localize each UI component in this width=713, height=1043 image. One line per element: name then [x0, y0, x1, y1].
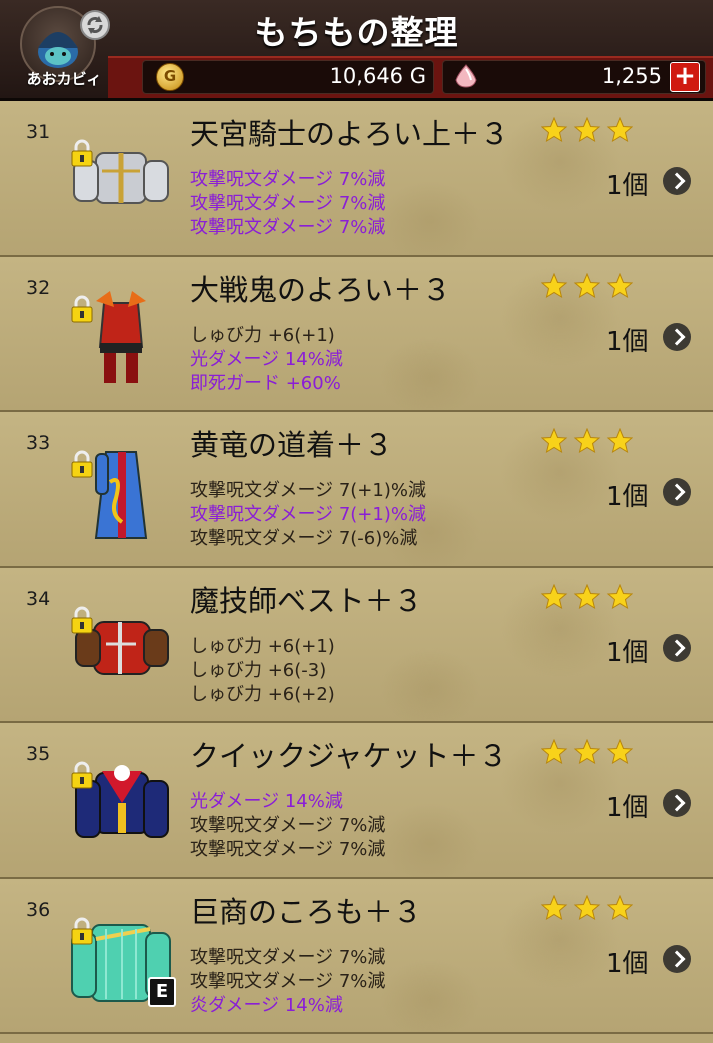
item-stat: しゅび力 +6(+1) [190, 324, 335, 346]
gold-amount: 10,646 G [329, 64, 426, 88]
item-stat: 攻撃呪文ダメージ 7%減 [190, 815, 386, 836]
item-count: 1個 [606, 637, 649, 668]
star-icon [573, 739, 601, 765]
list-item[interactable]: 36 E 巨商のころも＋３ 攻撃呪文ダメージ 7%減 攻撃呪文ダメージ 7%減 炎ダ… [0, 878, 713, 1034]
sync-icon[interactable] [80, 10, 110, 40]
star-icon [573, 894, 601, 920]
item-count: 1個 [606, 171, 649, 201]
gem-icon [455, 64, 477, 88]
item-count: 1個 [606, 948, 649, 979]
gem-amount: 1,255 [601, 64, 662, 88]
star-icon [606, 583, 633, 609]
refresh-arrows-icon [87, 16, 103, 34]
list-item[interactable]: 34 魔技師ベスト＋３ しゅび力 +6(+1) しゅび力 +6(-3) しゅび力 +… [0, 567, 713, 723]
rating-stars [541, 583, 633, 609]
item-number: 32 [26, 276, 51, 299]
player-name: あおカビィ [26, 70, 102, 88]
item-stat: しゅび力 +6(+1) [190, 635, 335, 657]
lock-icon[interactable] [70, 139, 94, 167]
item-stat: 攻撃呪文ダメージ 7(-6)%減 [190, 528, 418, 549]
add-gems-button[interactable]: + [670, 62, 700, 92]
item-count: 1個 [606, 482, 649, 512]
item-stat: 即死ガード +60% [190, 372, 341, 394]
list-item[interactable]: 31 天宮騎士のよろい上＋３ 攻撃呪文ダメージ 7%減 攻撃呪文ダメージ 7%減攻… [0, 101, 713, 257]
item-number: 36 [26, 898, 51, 921]
chevron-right-icon[interactable] [663, 944, 691, 973]
item-name: 魔技師ベスト＋３ [190, 583, 423, 618]
rating-stars [541, 894, 633, 920]
item-stat: 攻撃呪文ダメージ 7%減 [190, 970, 386, 992]
chevron-right-icon[interactable] [663, 478, 691, 506]
item-stat: 炎ダメージ 14%減 [190, 994, 343, 1016]
chevron-right-icon[interactable] [663, 167, 691, 195]
star-icon [541, 428, 568, 454]
item-number: 34 [26, 587, 51, 610]
item-number: 31 [26, 121, 51, 143]
item-name: 大戦鬼のよろい＋３ [190, 272, 452, 307]
list-item[interactable]: 32 大戦鬼のよろい＋３ しゅび力 +6(+1) 光ダメージ 14%減 即死ガード … [0, 256, 713, 412]
item-name: 巨商のころも＋３ [190, 894, 423, 929]
item-stat: 攻撃呪文ダメージ 7(+1)%減 [190, 480, 426, 501]
chevron-right-icon[interactable] [663, 789, 691, 817]
star-icon [573, 117, 601, 143]
rating-stars [541, 739, 633, 765]
item-stat: 攻撃呪文ダメージ 7%減 [190, 217, 386, 238]
star-icon [606, 272, 633, 298]
item-name: 天宮騎士のよろい上＋３ [190, 117, 510, 151]
item-count: 1個 [606, 793, 649, 823]
star-icon [541, 117, 568, 143]
star-icon [541, 583, 568, 609]
item-stat: 攻撃呪文ダメージ 7%減 [190, 193, 386, 214]
item-stat: しゅび力 +6(-3) [190, 659, 327, 681]
item-list: 31 天宮騎士のよろい上＋３ 攻撃呪文ダメージ 7%減 攻撃呪文ダメージ 7%減攻… [0, 101, 713, 1034]
item-count: 1個 [606, 326, 649, 357]
item-number: 35 [26, 743, 51, 765]
item-stat: 攻撃呪文ダメージ 7(+1)%減 [190, 504, 426, 525]
lock-icon[interactable] [70, 917, 94, 945]
item-stat: 攻撃呪文ダメージ 7%減 [190, 946, 386, 968]
item-number: 33 [26, 432, 51, 454]
chevron-right-icon[interactable] [663, 322, 691, 351]
rating-stars [541, 117, 633, 143]
star-icon [606, 117, 633, 143]
star-icon [606, 894, 633, 920]
lock-icon[interactable] [70, 295, 94, 323]
item-stat: しゅび力 +6(+2) [190, 683, 335, 705]
rating-stars [541, 428, 633, 454]
lock-icon[interactable] [70, 606, 94, 634]
item-stat: 攻撃呪文ダメージ 7%減 [190, 169, 386, 190]
star-icon [573, 272, 601, 298]
rating-stars [541, 272, 633, 298]
star-icon [573, 583, 601, 609]
item-stat: 攻撃呪文ダメージ 7%減 [190, 839, 386, 860]
gold-coin-icon [156, 63, 184, 91]
star-icon [606, 739, 633, 765]
star-icon [541, 739, 568, 765]
lock-icon[interactable] [70, 761, 94, 789]
star-icon [541, 272, 568, 298]
lock-icon[interactable] [70, 450, 94, 478]
star-icon [541, 894, 568, 920]
chevron-right-icon[interactable] [663, 633, 691, 662]
item-stat: 光ダメージ 14%減 [190, 348, 343, 370]
item-name: クイックジャケット＋３ [190, 739, 508, 773]
list-item[interactable]: 35 クイックジャケット＋３ 光ダメージ 14%減攻撃呪文ダメージ 7%減 攻撃呪… [0, 723, 713, 879]
item-stat: 光ダメージ 14%減 [190, 791, 343, 812]
equipped-badge: E [148, 976, 176, 1007]
item-name: 黄竜の道着＋３ [190, 428, 394, 462]
star-icon [606, 428, 633, 454]
star-icon [573, 428, 601, 454]
list-item[interactable]: 33 黄竜の道着＋３ 攻撃呪文ダメージ 7(+1)%減 攻撃呪文ダメージ 7(+1… [0, 412, 713, 568]
